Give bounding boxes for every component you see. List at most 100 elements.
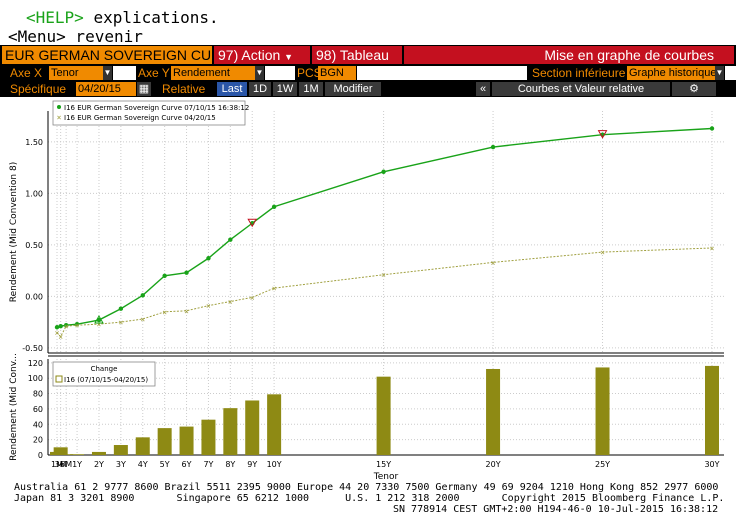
x-tick-label: 15Y — [376, 460, 391, 469]
x-axis-label: Tenor — [373, 472, 399, 482]
x-tick-label: 7Y — [203, 460, 213, 469]
change-bar — [53, 447, 68, 455]
axe-y-label: Axe Y — [138, 66, 170, 80]
curve-point — [709, 126, 715, 131]
change-legend: Change I16 (07/10/15-04/20/15) — [52, 361, 156, 387]
curve-point: × — [491, 258, 496, 267]
section-label: Section inférieure — [532, 66, 626, 80]
curve-point — [381, 169, 386, 174]
axe-x-select[interactable]: Tenor — [49, 66, 103, 80]
action-number: 97) — [218, 47, 239, 63]
table-button[interactable]: 98) Tableau — [312, 46, 402, 64]
action-label: Action — [241, 47, 281, 63]
curve-point: × — [97, 320, 102, 329]
curve-point — [140, 293, 145, 298]
y-tick-label-top: 1.00 — [25, 189, 43, 198]
y-axis-label-top: Rendement (Mid Convention 8) — [9, 162, 19, 303]
change-bar — [179, 426, 194, 455]
y-tick-label-top: 0.00 — [25, 292, 43, 301]
footer-line-3: SN 778914 CEST GMT+2:00 H194-46-0 10-Jul… — [393, 504, 719, 515]
change-bar — [245, 400, 260, 455]
calendar-icon[interactable]: ▦ — [137, 82, 151, 96]
help-line: <HELP> explications. — [26, 8, 219, 27]
chevron-down-icon[interactable]: ▼ — [103, 66, 112, 80]
curve-point: × — [600, 248, 605, 257]
period-controls: Spécifique 04/20/15 ▦ Relative Last 1D 1… — [0, 81, 736, 97]
action-button[interactable]: 97) Action ▼ — [214, 46, 310, 64]
x-tick-label: 10Y — [267, 460, 282, 469]
pcs-field[interactable]: BGN — [318, 66, 356, 80]
change-bar — [201, 419, 216, 455]
curve-point: × — [75, 321, 80, 330]
x-tick-label: 6Y — [182, 460, 192, 469]
x-tick-label: 8Y — [225, 460, 235, 469]
legend-title: Change — [91, 365, 118, 373]
collapse-button[interactable]: « — [476, 82, 490, 96]
section-select[interactable]: Graphe historique — [627, 66, 715, 80]
x-tick-label: 1Y — [72, 460, 82, 469]
curve-point: × — [58, 333, 63, 342]
relative-label[interactable]: Relative — [162, 82, 205, 96]
security-field[interactable]: EUR GERMAN SOVEREIGN CURVE — [2, 46, 212, 64]
axe-x-label: Axe X — [10, 66, 43, 80]
menu-line[interactable]: <Menu> revenir — [8, 27, 143, 46]
curve-point — [490, 144, 496, 150]
specific-date-field[interactable]: 04/20/15 — [76, 82, 136, 96]
x-tick-label: 20Y — [486, 460, 501, 469]
curve-point: × — [118, 318, 123, 327]
period-last[interactable]: Last — [217, 82, 247, 96]
curve-point: × — [272, 284, 277, 293]
change-bar — [486, 368, 501, 455]
change-bar — [267, 394, 282, 455]
x-tick-label: 9Y — [247, 460, 257, 469]
curve-line — [56, 127, 713, 328]
table-label: Tableau — [339, 47, 389, 63]
change-bar — [595, 367, 610, 455]
period-1m[interactable]: 1M — [299, 82, 323, 96]
y-tick-label-bottom: 100 — [28, 374, 43, 383]
chevron-down-icon: ▼ — [284, 52, 294, 62]
curve-lines: ××× × × × ×× ×× × ××××× × — [55, 126, 715, 342]
curve-point: × — [64, 322, 69, 331]
change-bar — [705, 365, 719, 455]
period-1d[interactable]: 1D — [249, 82, 271, 96]
curve-point — [118, 306, 124, 311]
modify-button[interactable]: Modifier — [325, 82, 381, 96]
chevron-down-icon[interactable]: ▼ — [255, 66, 264, 80]
curve-point — [162, 273, 167, 278]
y-tick-label-bottom: 20 — [33, 436, 43, 445]
curve-point — [184, 270, 189, 275]
x-tick-label: 2Y — [94, 460, 104, 469]
main-toolbar: EUR GERMAN SOVEREIGN CURVE 97) Action ▼ … — [0, 45, 736, 65]
curve-point — [271, 204, 277, 209]
curve-point — [228, 237, 233, 242]
change-bar — [223, 408, 238, 455]
change-bar — [91, 451, 106, 455]
y-tick-label-top: 0.50 — [25, 241, 43, 250]
footer-line-1: Australia 61 2 9777 8600 Brazil 5511 239… — [14, 482, 719, 493]
x-tick-label: 4Y — [138, 460, 148, 469]
curve-point: × — [381, 271, 386, 280]
section-blank — [725, 66, 736, 80]
change-bar — [135, 437, 150, 455]
x-tick-label: 5Y — [160, 460, 170, 469]
legend-swatch: × — [57, 113, 62, 122]
footer-line-2: Japan 81 3 3201 8900 Singapore 65 6212 1… — [14, 492, 725, 504]
y-axis-label-bottom: Rendement (Mid Conv... — [9, 353, 19, 461]
help-key[interactable]: <HELP> — [26, 8, 84, 27]
table-number: 98) — [316, 47, 337, 63]
y-tick-label-top: -0.50 — [22, 344, 43, 353]
tick-labels: 1M3M6M 1Y 2Y 3Y 4Y 5Y 6Y 7Y 8Y 9Y 10Y 15Y 20Y 25Y 30Y1… — [9, 138, 720, 482]
period-1w[interactable]: 1W — [273, 82, 297, 96]
specific-label: Spécifique — [10, 82, 67, 96]
change-bar — [113, 445, 128, 455]
chevron-down-icon[interactable]: ▼ — [715, 66, 724, 80]
axe-y-select[interactable]: Rendement — [171, 66, 255, 80]
axis-controls: Axe X Tenor ▼ Axe Y Rendement ▼ PCS BGN … — [0, 65, 736, 81]
curve-point: × — [206, 302, 211, 311]
y-tick-label-bottom: 40 — [33, 420, 43, 429]
y-tick-label-top: 1.50 — [25, 138, 43, 147]
gear-icon[interactable]: ⚙ — [672, 82, 716, 96]
curves-panel-button[interactable]: Courbes et Valeur relative — [492, 82, 670, 96]
help-area: <HELP> explications. <Menu> revenir — [0, 0, 736, 46]
